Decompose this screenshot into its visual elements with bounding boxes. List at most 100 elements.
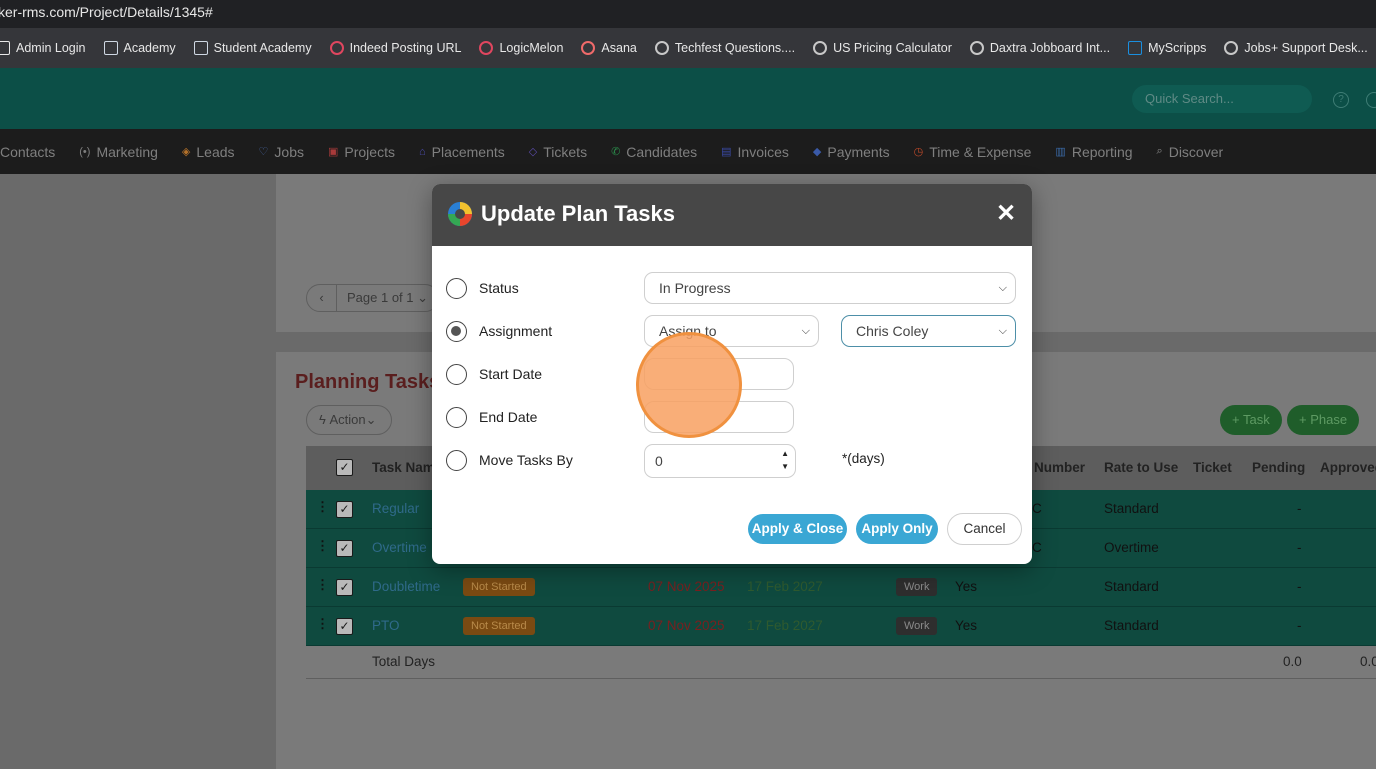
assignment-radio[interactable] — [446, 321, 467, 342]
row-checkbox[interactable]: ✓ — [336, 618, 353, 635]
flame-icon — [479, 41, 494, 55]
assign-type-select[interactable]: Assign to ⌵ — [644, 315, 819, 347]
bookmark-item[interactable]: Jobs+ Support Desk... — [1224, 41, 1368, 55]
rate-to-use: Standard — [1104, 501, 1159, 516]
nav-icon: (•) — [79, 145, 91, 158]
user-icon[interactable] — [1366, 92, 1376, 108]
status-badge: Not Started — [463, 578, 535, 596]
cancel-button[interactable]: Cancel — [947, 513, 1022, 545]
bookmark-item[interactable]: LogicMelon — [479, 41, 563, 55]
billable: C — [1032, 540, 1042, 555]
add-task-button[interactable]: + Task — [1220, 405, 1282, 435]
move-tasks-radio[interactable] — [446, 450, 467, 471]
total-approved: 0.0 — [1360, 654, 1376, 669]
row-checkbox[interactable]: ✓ — [336, 579, 353, 596]
stepper-arrows-icon[interactable]: ▲ ▼ — [781, 447, 789, 473]
select-all-checkbox[interactable]: ✓ — [336, 459, 353, 476]
bookmark-item[interactable]: MyScripps — [1128, 41, 1206, 55]
table-row[interactable]: ⋮ ✓ Doubletime Not Started 07 Nov 2025 17 Feb… — [306, 568, 1376, 607]
nav-item-tickets[interactable]: ◇ Tickets — [529, 144, 587, 160]
bookmark-item[interactable]: Indeed Posting URL — [329, 41, 461, 55]
modal-title: Update Plan Tasks — [481, 201, 675, 226]
bookmark-item[interactable]: Student Academy — [193, 41, 312, 55]
apply-only-button[interactable]: Apply Only — [856, 514, 938, 544]
nav-item-invoices[interactable]: ▤ Invoices — [721, 144, 789, 160]
end-date-input[interactable] — [644, 401, 794, 433]
days-suffix: *(days) — [842, 451, 885, 466]
billable: C — [1032, 501, 1042, 516]
nav-icon: ◷ — [913, 146, 924, 158]
pending-value: - — [1297, 579, 1302, 594]
chevron-down-icon: ⌵ — [801, 325, 810, 337]
task-name-link[interactable]: PTO — [372, 618, 400, 633]
nav-item-contacts[interactable]: Contacts — [0, 144, 55, 160]
start-date-radio[interactable] — [446, 364, 467, 385]
bolt-icon: ϟ — [319, 412, 330, 427]
task-name-link[interactable]: Doubletime — [372, 579, 440, 594]
nav-item-discover[interactable]: ⌕ Discover — [1157, 144, 1224, 160]
bookmark-item[interactable]: US Pricing Calculator — [813, 41, 952, 55]
status-select[interactable]: In Progress ⌵ — [644, 272, 1016, 304]
planning-tasks-title: Planning Tasks — [295, 371, 441, 393]
nav-icon: ⌂ — [418, 145, 426, 158]
nav-item-payments[interactable]: ◆ Payments — [813, 144, 890, 160]
kebab-menu-icon[interactable]: ⋮ — [316, 499, 329, 515]
nav-icon: ▣ — [327, 146, 339, 158]
apply-close-button[interactable]: Apply & Close — [748, 514, 847, 544]
nav-item-time-expense[interactable]: ◷ Time & Expense — [914, 144, 1032, 160]
kebab-menu-icon[interactable]: ⋮ — [316, 577, 329, 593]
pending-value: - — [1297, 501, 1302, 516]
flame-icon — [329, 41, 344, 55]
bookmark-item[interactable]: Asana — [581, 41, 637, 55]
quick-search-input[interactable] — [1132, 85, 1312, 113]
status-label: Status — [479, 280, 519, 296]
action-dropdown[interactable]: ϟ Action⌄ — [306, 405, 392, 435]
nav-item-candidates[interactable]: ✆ Candidates — [611, 144, 697, 160]
nav-icon: ◆ — [812, 146, 822, 158]
total-days-label: Total Days — [372, 654, 436, 669]
total-pending: 0.0 — [1283, 654, 1302, 669]
totals-row: Total Days 0.0 0.0 — [306, 644, 1376, 679]
nav-item-marketing[interactable]: (•) Marketing — [79, 144, 158, 160]
table-row[interactable]: ⋮ ✓ PTO Not Started 07 Nov 2025 17 Feb 2027 Wo… — [306, 607, 1376, 646]
update-plan-tasks-modal: Update Plan Tasks ✕ Status In Progress ⌵… — [432, 184, 1032, 564]
pager[interactable]: ‹ Page 1 of 1 ⌄ — [306, 284, 440, 312]
bookmark-item[interactable]: Academy — [103, 41, 176, 55]
pending-value: - — [1297, 618, 1302, 633]
col-pending: Pending — [1252, 460, 1306, 475]
close-icon[interactable]: ✕ — [996, 200, 1016, 228]
doc-icon — [193, 41, 208, 55]
nav-icon: ♡ — [258, 146, 269, 158]
assignee-select[interactable]: Chris Coley ⌵ — [841, 315, 1016, 347]
help-icon[interactable]: ? — [1333, 92, 1349, 108]
nav-icon: ✆ — [611, 146, 621, 158]
main-nav: Contacts (•) Marketing ◈ Leads ♡ Jobs ▣ Projects… — [0, 129, 1376, 174]
status-radio[interactable] — [446, 278, 467, 299]
nav-item-jobs[interactable]: ♡ Jobs — [259, 144, 304, 160]
kebab-menu-icon[interactable]: ⋮ — [316, 616, 329, 632]
task-name-link[interactable]: Regular — [372, 501, 419, 516]
bookmark-item[interactable]: Techfest Questions.... — [654, 41, 795, 55]
row-checkbox[interactable]: ✓ — [336, 501, 353, 518]
type-badge: Work — [896, 617, 938, 635]
kebab-menu-icon[interactable]: ⋮ — [316, 538, 329, 554]
address-bar[interactable]: ker-rms.com/Project/Details/1345# — [0, 0, 1376, 28]
rate-to-use: Overtime — [1104, 540, 1159, 555]
start-date: 07 Nov 2025 — [648, 618, 725, 633]
nav-item-leads[interactable]: ◈ Leads — [182, 144, 235, 160]
pager-select[interactable]: Page 1 of 1 ⌄ — [337, 290, 438, 306]
add-phase-button[interactable]: + Phase — [1287, 405, 1360, 435]
bookmark-item[interactable]: Admin Login — [0, 41, 86, 55]
task-name-link[interactable]: Overtime — [372, 540, 427, 555]
nav-item-placements[interactable]: ⌂ Placements — [419, 144, 505, 160]
nav-icon: ▤ — [721, 146, 732, 158]
bookmark-item[interactable]: Daxtra Jobboard Int... — [969, 41, 1110, 55]
nav-item-projects[interactable]: ▣ Projects — [328, 144, 395, 160]
move-days-stepper[interactable]: 0 ▲ ▼ — [644, 444, 796, 478]
asana-icon — [581, 41, 596, 55]
pager-prev-button[interactable]: ‹ — [307, 285, 337, 311]
end-date-radio[interactable] — [446, 407, 467, 428]
row-checkbox[interactable]: ✓ — [336, 540, 353, 557]
nav-item-reporting[interactable]: ▥ Reporting — [1055, 144, 1132, 160]
start-date-input[interactable] — [644, 358, 794, 390]
